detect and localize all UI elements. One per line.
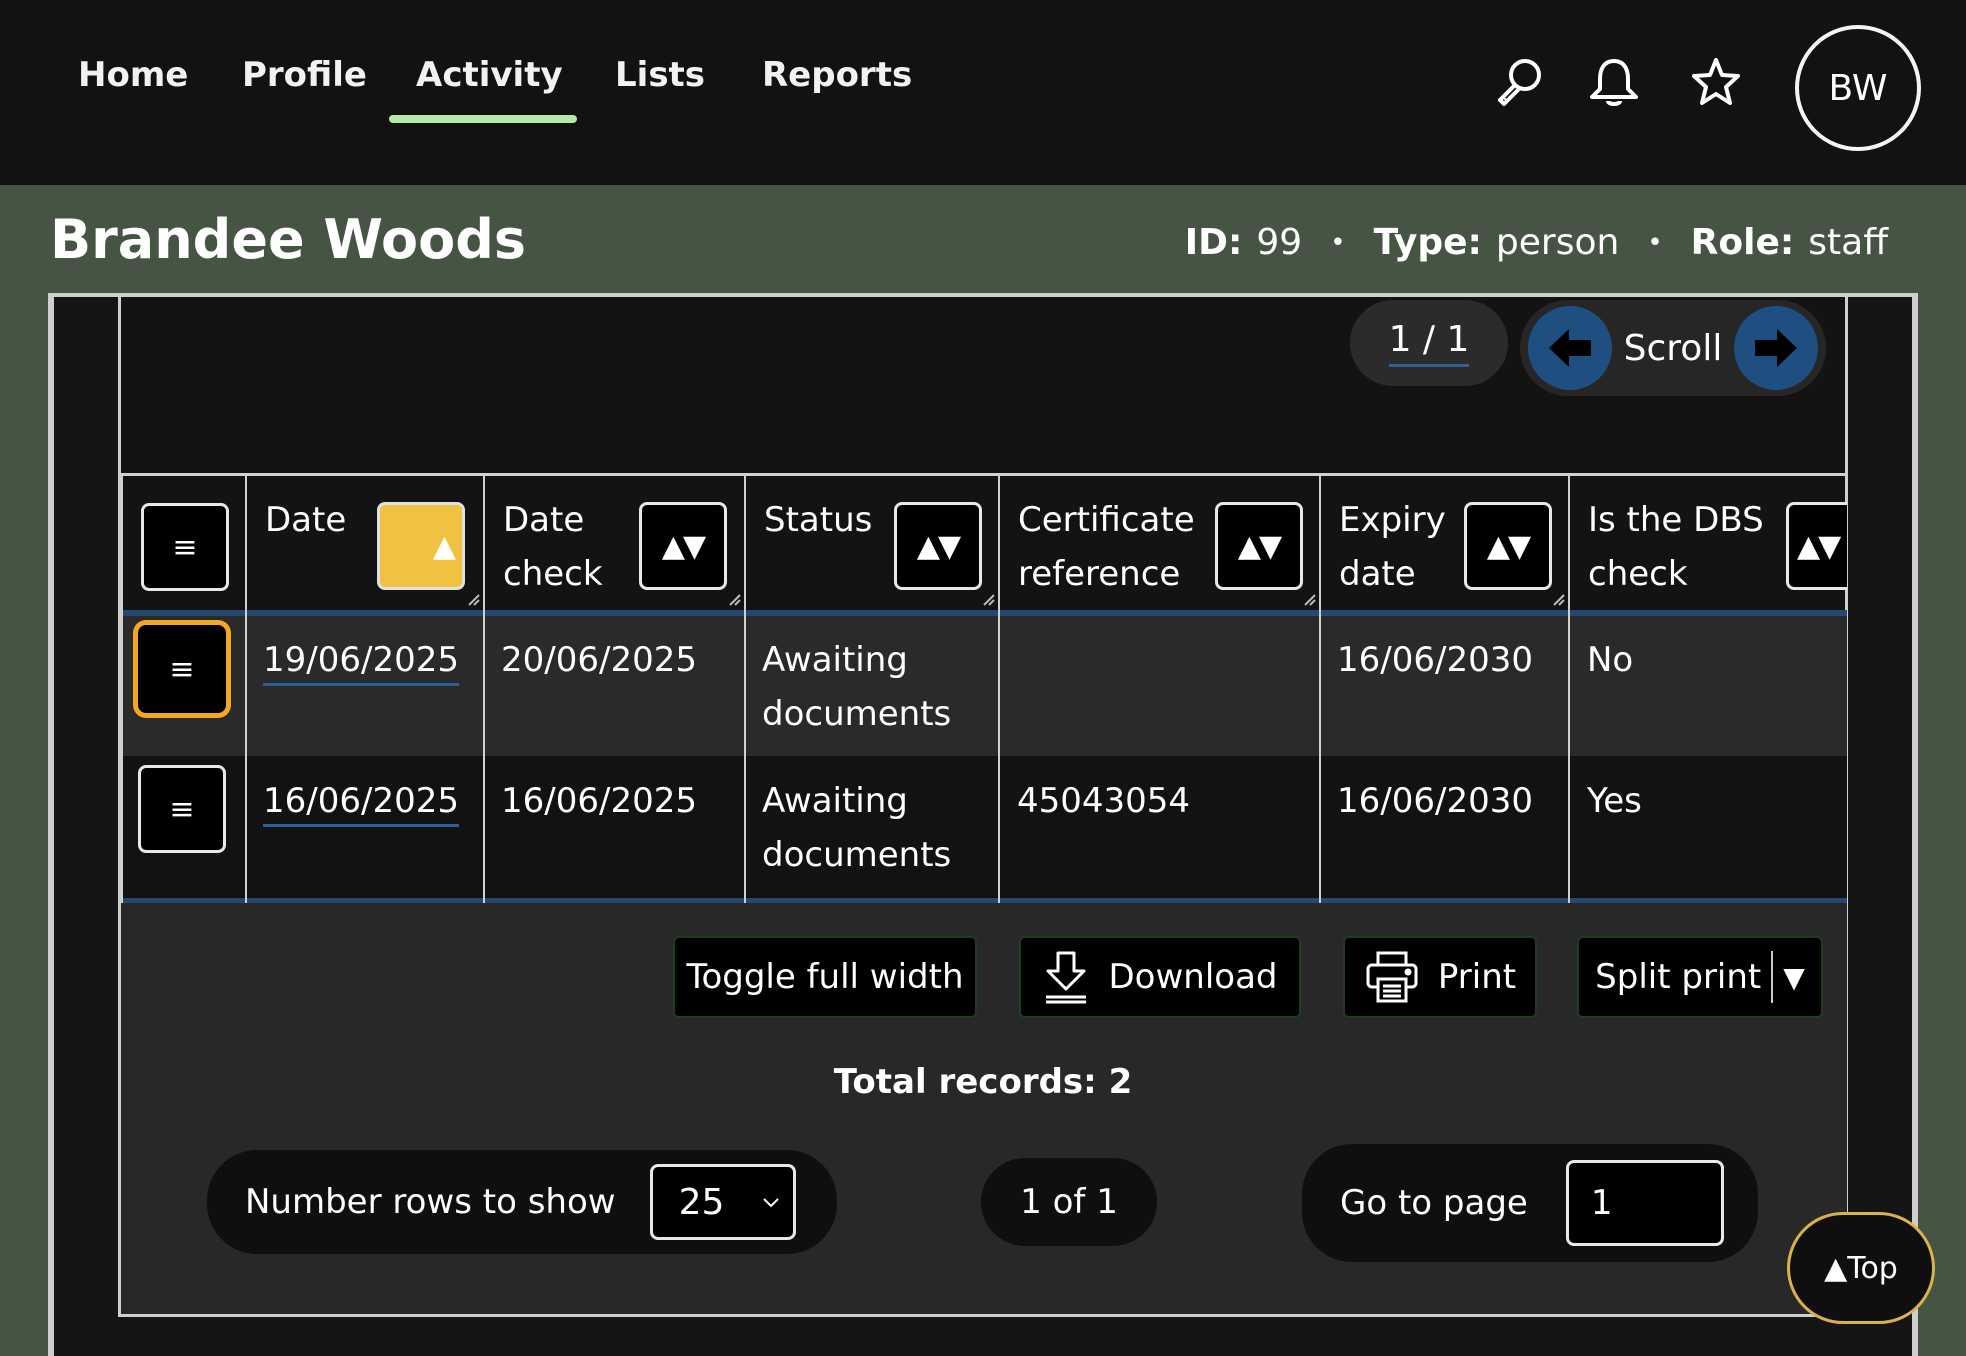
nav-home[interactable]: Home xyxy=(78,55,188,95)
separator-dot: • xyxy=(1647,227,1663,258)
column-resize-handle[interactable] xyxy=(467,593,481,607)
search-icon[interactable] xyxy=(1492,55,1548,111)
column-divider xyxy=(245,473,247,903)
arrow-left-icon xyxy=(1549,329,1591,367)
row-date-check: 20/06/2025 xyxy=(501,640,697,680)
star-icon[interactable] xyxy=(1688,55,1744,111)
rows-per-page-control: Number rows to show 25 xyxy=(207,1150,837,1254)
row-dbs-check: No xyxy=(1587,640,1634,680)
rows-per-page-value: 25 xyxy=(678,1181,725,1223)
download-label: Download xyxy=(1108,957,1278,997)
sort-button[interactable]: ▲▼ xyxy=(894,502,982,590)
scroll-label: Scroll xyxy=(1623,327,1723,369)
column-header-certificate-reference: Certificate reference xyxy=(1018,500,1195,594)
column-divider xyxy=(1319,473,1321,903)
page-indicator-text: 1 / 1 xyxy=(1388,319,1470,367)
nav-reports[interactable]: Reports xyxy=(762,55,912,95)
printer-icon xyxy=(1366,951,1418,1003)
back-to-top-button[interactable]: ▲Top xyxy=(1787,1212,1935,1324)
type-label: Type: xyxy=(1373,222,1482,263)
sort-button[interactable]: ▲▼ xyxy=(1464,502,1552,590)
column-header-date-check: Date check xyxy=(503,500,603,594)
row-menu-button[interactable]: ≡ xyxy=(138,765,226,853)
column-header-dbs-check: Is the DBS check xyxy=(1588,500,1764,594)
row-status: Awaiting documents xyxy=(762,781,952,875)
record-meta: ID: 99 • Type: person • Role: staff xyxy=(1185,222,1888,263)
row-dbs-check: Yes xyxy=(1587,781,1642,821)
scroll-control: Scroll xyxy=(1520,300,1826,396)
role-value: staff xyxy=(1808,222,1888,263)
user-avatar[interactable]: BW xyxy=(1795,25,1921,151)
row-expiry-date: 16/06/2030 xyxy=(1337,781,1533,821)
column-divider xyxy=(1568,473,1570,903)
rows-per-page-label: Number rows to show xyxy=(245,1182,616,1222)
chevron-down-icon xyxy=(762,1198,779,1208)
rows-per-page-select[interactable]: 25 xyxy=(649,1164,796,1240)
column-divider xyxy=(744,473,746,903)
column-header-status: Status xyxy=(764,500,873,540)
column-divider xyxy=(483,473,485,903)
row-menu-button[interactable]: ≡ xyxy=(138,625,226,713)
sort-button[interactable]: ▲▼ xyxy=(1215,502,1303,590)
column-resize-handle[interactable] xyxy=(728,593,742,607)
column-menu-button[interactable]: ≡ xyxy=(141,503,229,591)
download-button[interactable]: Download xyxy=(1019,936,1301,1018)
nav-activity[interactable]: Activity xyxy=(416,55,563,95)
print-button[interactable]: Print xyxy=(1343,936,1537,1018)
arrow-right-icon xyxy=(1755,329,1797,367)
id-value: 99 xyxy=(1256,222,1303,263)
go-to-page-label: Go to page xyxy=(1340,1183,1528,1223)
nav-lists[interactable]: Lists xyxy=(615,55,705,95)
toggle-full-width-label: Toggle full width xyxy=(686,957,964,997)
split-print-button[interactable]: Split print ▼ xyxy=(1577,936,1823,1018)
header-bottom-border xyxy=(121,610,1847,616)
page-indicator: 1 / 1 xyxy=(1350,300,1508,386)
row-date-link[interactable]: 16/06/2025 xyxy=(263,778,459,827)
type-value: person xyxy=(1495,222,1620,263)
column-header-date: Date xyxy=(265,500,347,540)
row-certificate-reference: 45043054 xyxy=(1017,781,1191,821)
sort-ascending-button[interactable]: ▲ xyxy=(377,502,465,590)
records-table: ≡ Date ▲ Date check ▲▼ Status ▲▼ Certifi… xyxy=(121,473,1847,903)
role-label: Role: xyxy=(1690,222,1795,263)
split-print-label: Split print xyxy=(1595,957,1762,997)
dropdown-caret-icon[interactable]: ▼ xyxy=(1783,961,1805,994)
toggle-full-width-button[interactable]: Toggle full width xyxy=(673,936,977,1018)
print-label: Print xyxy=(1437,957,1517,997)
id-label: ID: xyxy=(1184,222,1243,263)
column-divider xyxy=(998,473,1000,903)
separator-dot: • xyxy=(1330,227,1346,258)
header-top-border xyxy=(121,473,1847,476)
column-divider xyxy=(121,473,123,903)
column-header-expiry-date: Expiry date xyxy=(1339,500,1446,594)
sort-button[interactable]: ▲▼ xyxy=(639,502,727,590)
row-date-check: 16/06/2025 xyxy=(501,781,697,821)
go-to-page-input[interactable] xyxy=(1565,1160,1724,1246)
row-date-link[interactable]: 19/06/2025 xyxy=(263,637,459,686)
bell-icon[interactable] xyxy=(1586,55,1642,111)
sort-button[interactable]: ▲▼ xyxy=(1786,502,1847,590)
active-tab-indicator xyxy=(389,115,577,123)
row-expiry-date: 16/06/2030 xyxy=(1337,640,1533,680)
page-status: 1 of 1 xyxy=(981,1158,1157,1246)
row-status: Awaiting documents xyxy=(762,640,952,734)
download-icon xyxy=(1046,951,1087,1004)
page-title: Brandee Woods xyxy=(50,208,527,271)
page-status-text: 1 of 1 xyxy=(1020,1182,1118,1222)
scroll-right-button[interactable] xyxy=(1734,306,1818,390)
nav-profile[interactable]: Profile xyxy=(242,55,367,95)
scroll-left-button[interactable] xyxy=(1528,306,1612,390)
column-resize-handle[interactable] xyxy=(1552,593,1566,607)
split-divider xyxy=(1771,951,1774,1003)
column-resize-handle[interactable] xyxy=(982,593,996,607)
column-resize-handle[interactable] xyxy=(1303,593,1317,607)
total-records: Total records: 2 xyxy=(833,1062,1133,1102)
go-to-page-control: Go to page xyxy=(1302,1144,1758,1262)
